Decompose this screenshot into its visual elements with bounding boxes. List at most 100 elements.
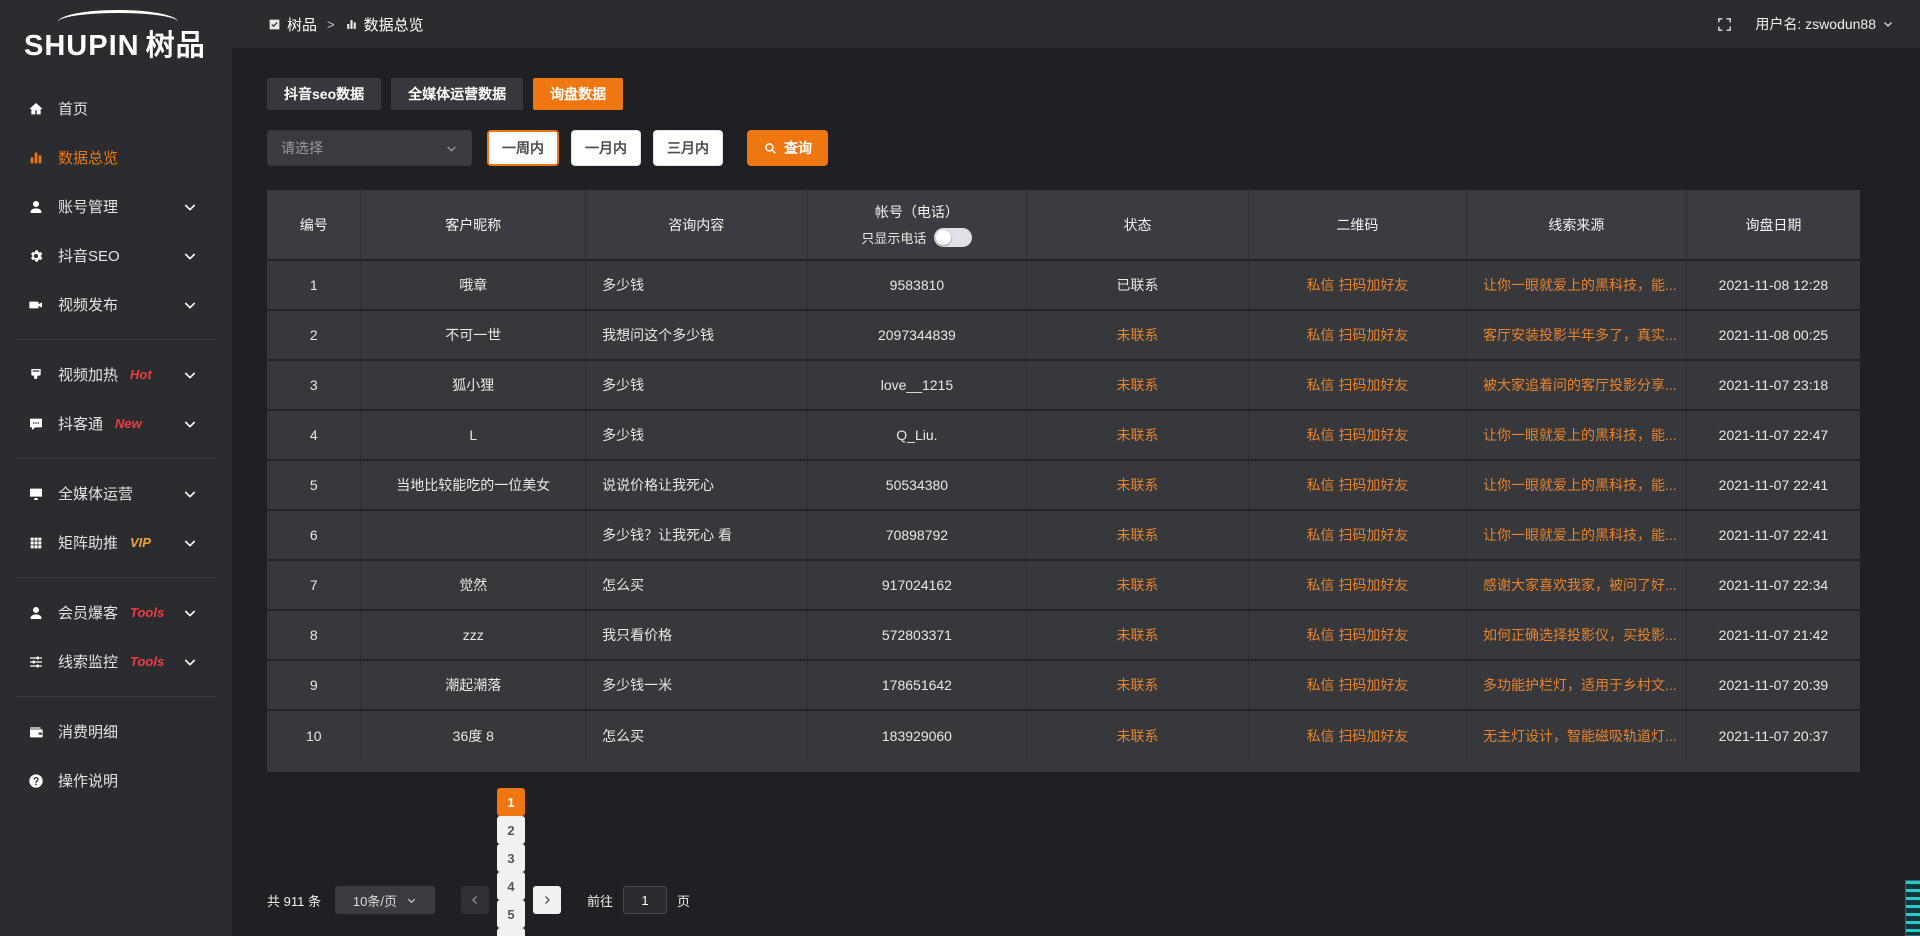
logo-arc bbox=[58, 10, 178, 22]
page-button-6[interactable]: 6 bbox=[497, 928, 525, 936]
cell-date: 2021-11-07 20:37 bbox=[1686, 710, 1860, 760]
cell-no: 6 bbox=[267, 510, 361, 560]
qrcode-link[interactable]: 私信 扫码加好友 bbox=[1306, 477, 1408, 493]
source-link[interactable]: 多功能护栏灯，适用于乡村文... bbox=[1483, 677, 1677, 693]
filter-select[interactable]: 请选择 bbox=[267, 130, 472, 166]
chevron-down-icon bbox=[406, 895, 417, 906]
source-link[interactable]: 让你一眼就爱上的黑科技，能... bbox=[1483, 427, 1677, 443]
cell-status: 未联系 bbox=[1027, 310, 1248, 360]
cell-source: 无主灯设计，智能磁吸轨道灯... bbox=[1467, 710, 1687, 760]
page-button-1[interactable]: 1 bbox=[497, 788, 525, 816]
source-link[interactable]: 如何正确选择投影仪，买投影... bbox=[1483, 627, 1677, 643]
cell-no: 10 bbox=[267, 710, 361, 760]
qrcode-link[interactable]: 私信 扫码加好友 bbox=[1306, 677, 1408, 693]
tab-0[interactable]: 抖音seo数据 bbox=[267, 78, 381, 110]
page-button-3[interactable]: 3 bbox=[497, 844, 525, 872]
cell-status: 未联系 bbox=[1027, 710, 1248, 760]
cell-qrcode: 私信 扫码加好友 bbox=[1248, 360, 1466, 410]
page-size-label: 10条/页 bbox=[353, 891, 397, 910]
cell-content: 怎么买 bbox=[586, 710, 807, 760]
source-link[interactable]: 让你一眼就爱上的黑科技，能... bbox=[1483, 477, 1677, 493]
page-button-5[interactable]: 5 bbox=[497, 900, 525, 928]
page-button-2[interactable]: 2 bbox=[497, 816, 525, 844]
sidebar-item-home[interactable]: 首页 bbox=[0, 84, 232, 133]
sidebar-item-gear[interactable]: 抖音SEO bbox=[0, 231, 232, 280]
goto-page-input[interactable] bbox=[623, 886, 667, 914]
total-count-label: 共 911 条 bbox=[267, 891, 321, 910]
source-link[interactable]: 无主灯设计，智能磁吸轨道灯... bbox=[1483, 728, 1677, 744]
fullscreen-icon[interactable] bbox=[1716, 16, 1733, 33]
dashboard-icon bbox=[268, 18, 281, 31]
chevron-down-icon bbox=[1882, 18, 1894, 30]
cell-nickname: 潮起潮落 bbox=[361, 660, 586, 710]
search-button-label: 查询 bbox=[784, 138, 812, 158]
breadcrumb-app-label: 树品 bbox=[287, 14, 317, 35]
cell-date: 2021-11-07 22:34 bbox=[1686, 560, 1860, 610]
sidebar-item-bar-chart[interactable]: 数据总览 bbox=[0, 133, 232, 182]
sidebar-item-wallet[interactable]: 消费明细 bbox=[0, 707, 232, 756]
tab-1[interactable]: 全媒体运营数据 bbox=[391, 78, 523, 110]
range-button-1[interactable]: 一月内 bbox=[571, 130, 641, 166]
cell-nickname: 狐小狸 bbox=[361, 360, 586, 410]
sidebar-item-heat-tool[interactable]: 视频加热 Hot bbox=[0, 350, 232, 399]
sidebar-item-sliders[interactable]: 线索监控 Tools bbox=[0, 637, 232, 686]
search-button[interactable]: 查询 bbox=[747, 130, 828, 166]
sidebar-item-member[interactable]: 会员爆客 Tools bbox=[0, 588, 232, 637]
prev-page-button[interactable] bbox=[461, 886, 489, 914]
qrcode-link[interactable]: 私信 扫码加好友 bbox=[1306, 427, 1408, 443]
cell-nickname: zzz bbox=[361, 610, 586, 660]
breadcrumb-page[interactable]: 数据总览 bbox=[345, 14, 424, 35]
page-size-select[interactable]: 10条/页 bbox=[335, 886, 435, 914]
cell-qrcode: 私信 扫码加好友 bbox=[1248, 610, 1466, 660]
floating-widget[interactable] bbox=[1905, 880, 1920, 936]
sidebar-item-user[interactable]: 账号管理 bbox=[0, 182, 232, 231]
qrcode-link[interactable]: 私信 扫码加好友 bbox=[1306, 377, 1408, 393]
qrcode-link[interactable]: 私信 扫码加好友 bbox=[1306, 277, 1408, 293]
pagination: 共 911 条 10条/页 123456•••92 前往 页 bbox=[267, 788, 1860, 936]
goto-label: 前往 bbox=[587, 891, 613, 910]
qrcode-link[interactable]: 私信 扫码加好友 bbox=[1306, 728, 1408, 744]
sidebar-item-help[interactable]: 操作说明 bbox=[0, 756, 232, 805]
breadcrumb-page-label: 数据总览 bbox=[364, 14, 424, 35]
username-label: 用户名: zswodun88 bbox=[1755, 14, 1876, 34]
range-button-2[interactable]: 三月内 bbox=[653, 130, 723, 166]
source-link[interactable]: 让你一眼就爱上的黑科技，能... bbox=[1483, 527, 1677, 543]
sidebar-item-label: 视频加热 bbox=[58, 364, 118, 385]
tab-2[interactable]: 询盘数据 bbox=[533, 78, 623, 110]
source-link[interactable]: 客厅安装投影半年多了，真实... bbox=[1483, 327, 1677, 343]
breadcrumb-app[interactable]: 树品 bbox=[268, 14, 317, 35]
source-link[interactable]: 让你一眼就爱上的黑科技，能... bbox=[1483, 277, 1677, 293]
sidebar-nav: 首页 数据总览 账号管理 抖音SEO 视频发布 视频加热 Hot 抖客通 New… bbox=[0, 84, 232, 805]
cell-no: 9 bbox=[267, 660, 361, 710]
bar-chart-icon bbox=[28, 150, 45, 166]
qrcode-link[interactable]: 私信 扫码加好友 bbox=[1306, 627, 1408, 643]
sidebar-divider bbox=[16, 696, 216, 697]
sidebar-item-monitor[interactable]: 全媒体运营 bbox=[0, 469, 232, 518]
sidebar-item-grid[interactable]: 矩阵助推 VIP bbox=[0, 518, 232, 567]
cell-qrcode: 私信 扫码加好友 bbox=[1248, 710, 1466, 760]
page-button-4[interactable]: 4 bbox=[497, 872, 525, 900]
phone-only-toggle[interactable] bbox=[934, 228, 972, 247]
column-header-0: 编号 bbox=[267, 190, 361, 260]
qrcode-link[interactable]: 私信 扫码加好友 bbox=[1306, 577, 1408, 593]
chevron-down-icon bbox=[182, 654, 199, 670]
column-header-1: 客户昵称 bbox=[361, 190, 586, 260]
cell-account: 70898792 bbox=[807, 510, 1027, 560]
qrcode-link[interactable]: 私信 扫码加好友 bbox=[1306, 527, 1408, 543]
logo-text: SHUPIN树品 bbox=[24, 22, 232, 64]
user-menu[interactable]: 用户名: zswodun88 bbox=[1755, 14, 1894, 34]
qrcode-link[interactable]: 私信 扫码加好友 bbox=[1306, 327, 1408, 343]
sidebar-item-video-upload[interactable]: 视频发布 bbox=[0, 280, 232, 329]
sidebar-item-chat[interactable]: 抖客通 New bbox=[0, 399, 232, 448]
home-icon bbox=[28, 101, 45, 117]
next-page-button[interactable] bbox=[533, 886, 561, 914]
sidebar-item-badge: VIP bbox=[130, 535, 151, 550]
range-button-0[interactable]: 一周内 bbox=[487, 130, 559, 166]
source-link[interactable]: 被大家追着问的客厅投影分享... bbox=[1483, 377, 1677, 393]
app-logo[interactable]: SHUPIN树品 bbox=[0, 0, 232, 70]
chat-icon bbox=[28, 416, 45, 432]
table-row: 6 多少钱？让我死心 看 70898792 未联系 私信 扫码加好友 让你一眼就… bbox=[267, 510, 1860, 560]
cell-qrcode: 私信 扫码加好友 bbox=[1248, 510, 1466, 560]
source-link[interactable]: 感谢大家喜欢我家，被问了好... bbox=[1483, 577, 1677, 593]
column-header-6: 线索来源 bbox=[1467, 190, 1687, 260]
